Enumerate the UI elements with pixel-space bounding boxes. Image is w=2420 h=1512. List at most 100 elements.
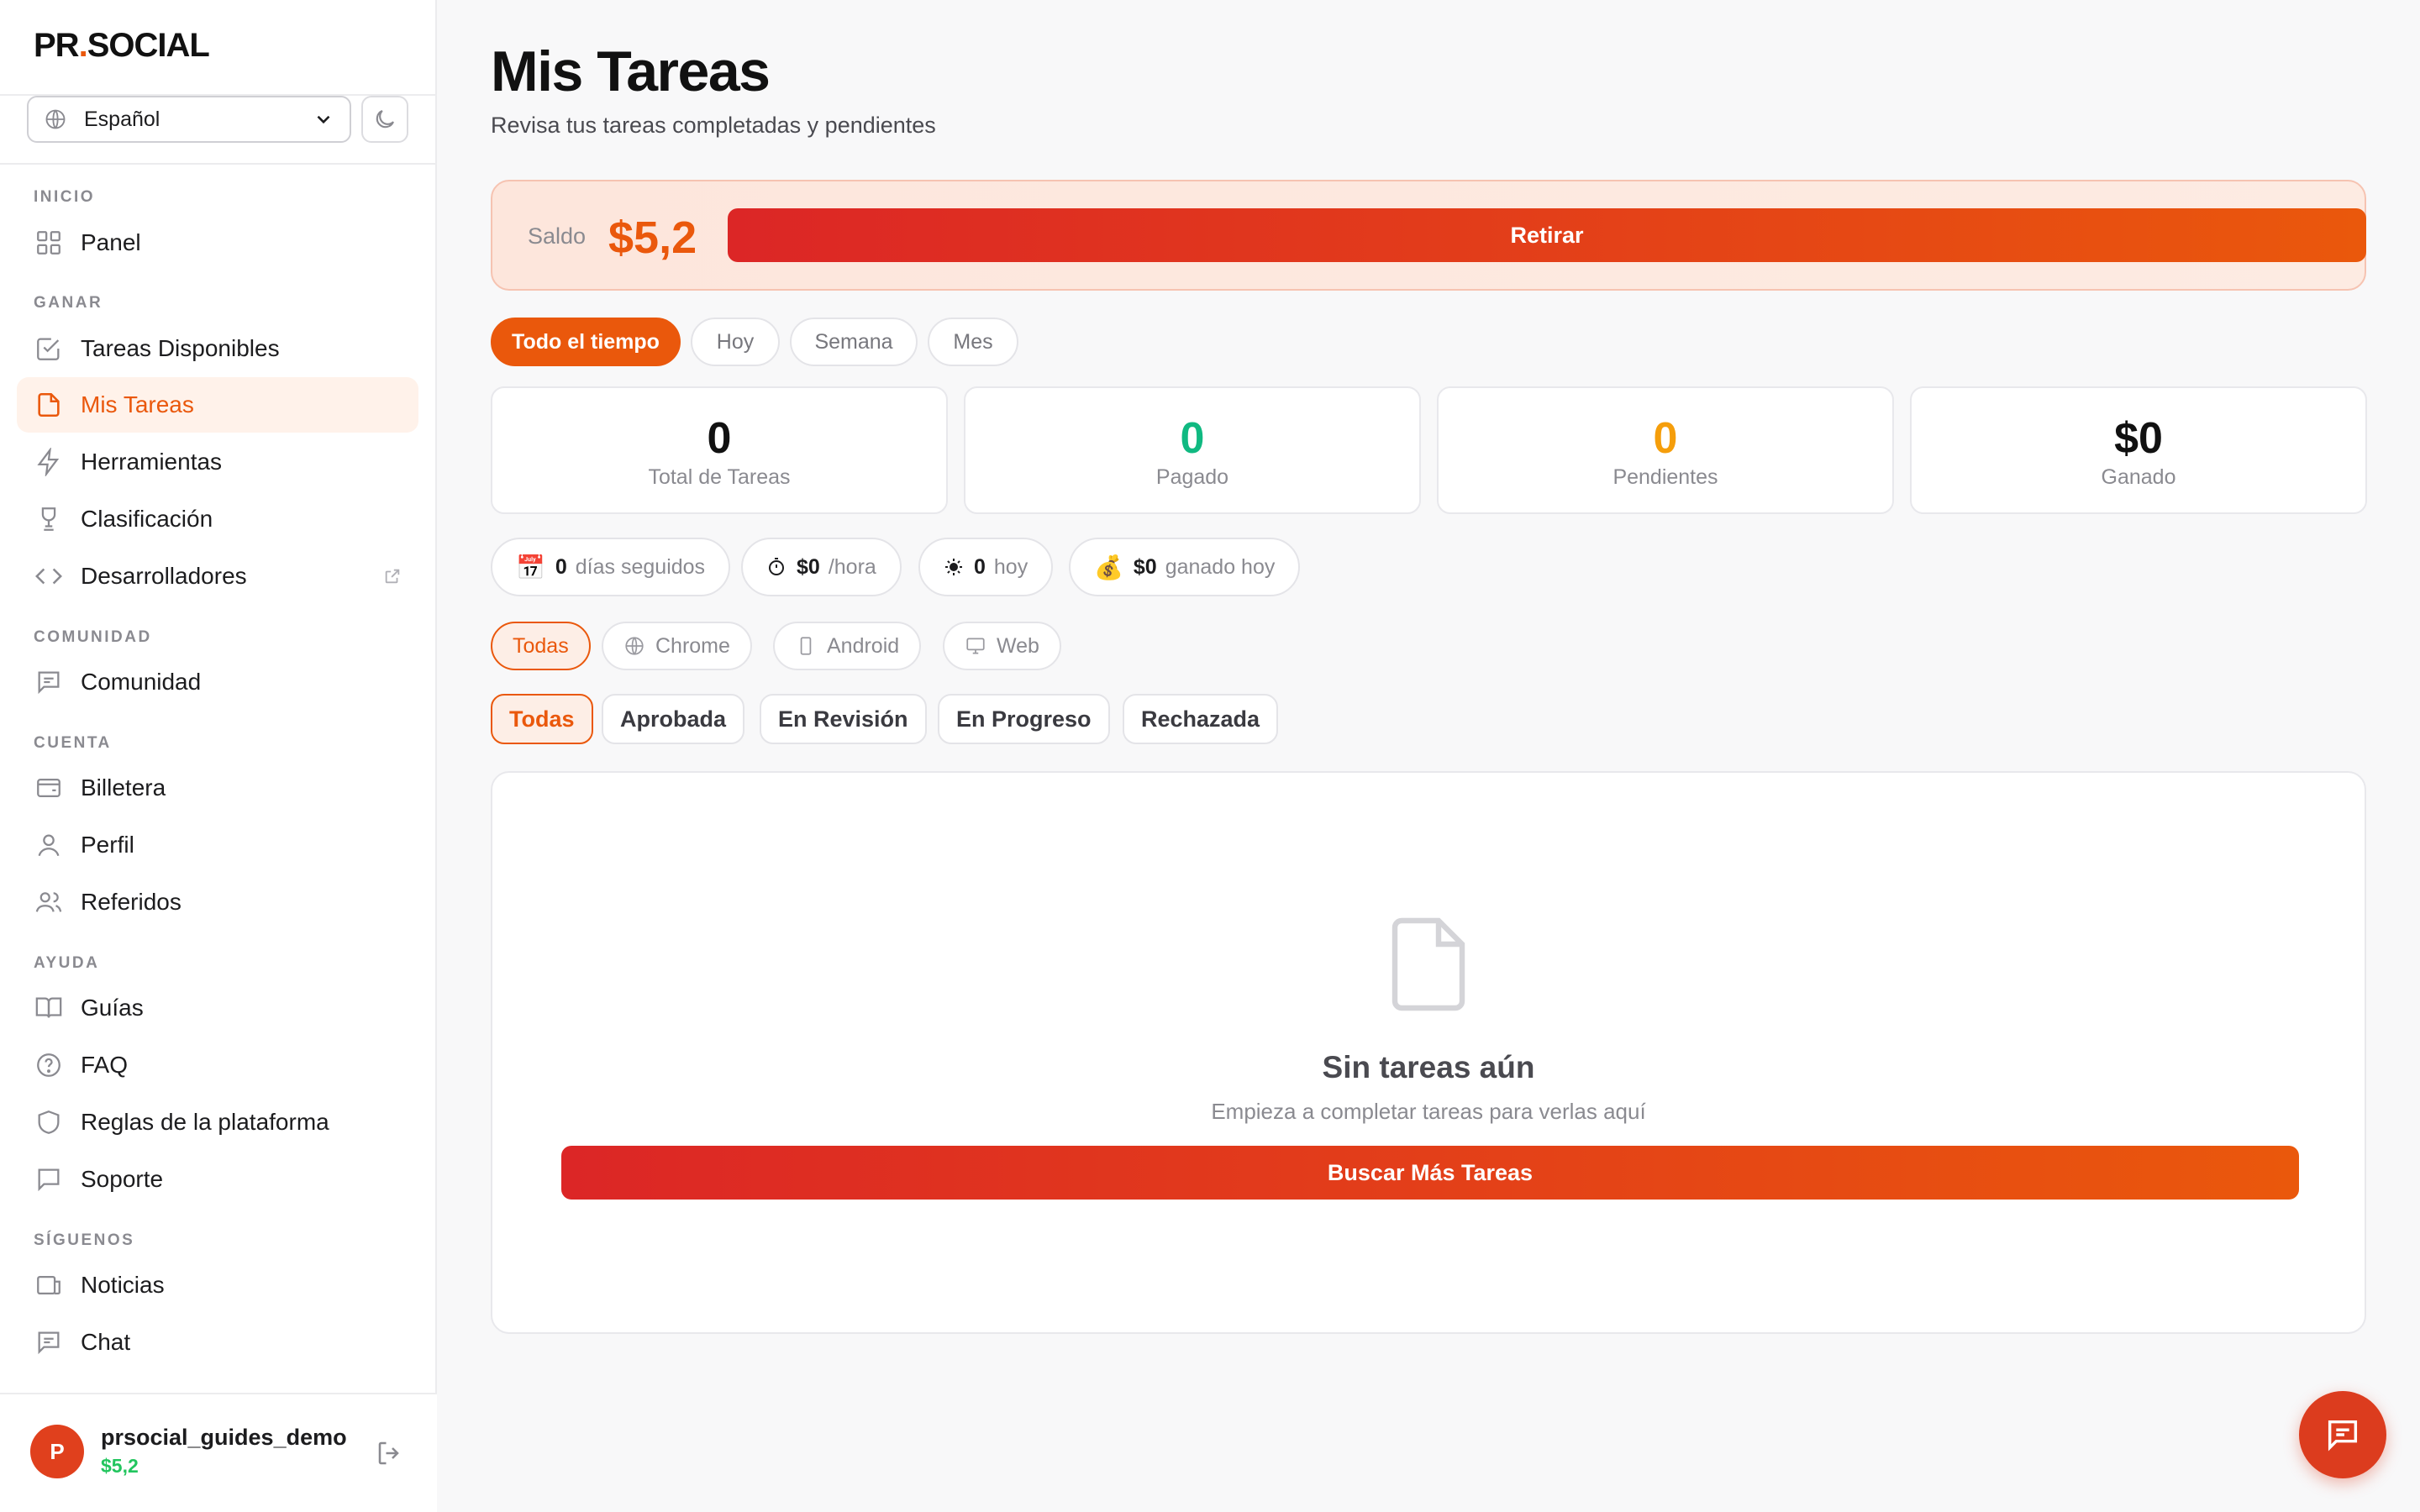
sidebar-item-comunidad[interactable]: Comunidad [17, 654, 418, 710]
user-balance: $5,2 [101, 1455, 139, 1477]
chip-value: $0 [797, 554, 820, 579]
empty-state-title: Sin tareas aún [1322, 1050, 1535, 1084]
sun-icon [944, 557, 964, 577]
platform-tab-android[interactable]: Android [773, 622, 922, 670]
sidebar-item-faq[interactable]: FAQ [17, 1037, 418, 1093]
stat-value: 0 [1653, 414, 1678, 463]
nav-section-siguenos: SÍGUENOS [34, 1231, 135, 1249]
sidebar-item-noticias[interactable]: Noticias [17, 1257, 418, 1313]
period-tab-month[interactable]: Mes [928, 318, 1018, 366]
status-tab-approved[interactable]: Aprobada [602, 694, 745, 744]
external-link-icon [385, 569, 400, 584]
sidebar-item-label: Herramientas [81, 449, 223, 475]
sidebar-item-label: Panel [81, 229, 141, 255]
book-icon [34, 993, 64, 1023]
chat-bubble-icon [2328, 1420, 2358, 1452]
help-circle-icon [34, 1050, 64, 1080]
hourly-rate-chip: $0 /hora [741, 538, 902, 596]
period-tab-today[interactable]: Hoy [691, 318, 780, 366]
sidebar-item-label: Clasificación [81, 506, 213, 532]
language-select[interactable]: Español [27, 96, 351, 143]
sidebar-item-desarrolladores[interactable]: Desarrolladores [17, 549, 418, 604]
chip-label: /hora [828, 554, 876, 579]
stat-card-total: 0 Total de Tareas [491, 386, 948, 514]
avatar[interactable]: P [30, 1425, 84, 1478]
globe-icon [625, 637, 644, 655]
balance-card: Saldo $5,2 Retirar [491, 180, 2366, 291]
users-icon [34, 887, 64, 917]
sidebar-item-label: FAQ [81, 1052, 129, 1078]
chip-label: hoy [993, 554, 1028, 579]
sidebar-item-clasificacion[interactable]: Clasificación [17, 491, 418, 547]
newspaper-icon [34, 1270, 64, 1300]
nav-section-ganar: GANAR [34, 294, 103, 312]
sidebar-item-label: Reglas de la plataforma [81, 1109, 329, 1135]
status-tab-in-progress[interactable]: En Progreso [938, 694, 1110, 744]
platform-label: Android [827, 633, 900, 658]
chat-bubble-icon [34, 1164, 64, 1194]
page-subtitle: Revisa tus tareas completadas y pendient… [491, 113, 936, 138]
sidebar-item-herramientas[interactable]: Herramientas [17, 434, 418, 490]
chat-fab-button[interactable] [2299, 1391, 2386, 1478]
wallet-icon [34, 773, 64, 803]
stat-label: Pagado [1155, 465, 1229, 489]
balance-label: Saldo [528, 223, 587, 249]
status-tab-all[interactable]: Todas [491, 694, 593, 744]
stat-value: 0 [707, 414, 732, 463]
brand-logo[interactable]: PR.SOCIAL [34, 27, 210, 65]
logout-icon[interactable] [375, 1438, 405, 1468]
status-tab-rejected[interactable]: Rechazada [1123, 694, 1279, 744]
moon-icon [376, 110, 394, 129]
sidebar-item-referidos[interactable]: Referidos [17, 874, 418, 930]
sidebar-item-label: Tareas Disponibles [81, 335, 280, 361]
sidebar-item-label: Perfil [81, 832, 134, 858]
sidebar-item-chat[interactable]: Chat [17, 1315, 418, 1370]
sidebar-item-label: Referidos [81, 889, 182, 915]
sidebar-item-billetera[interactable]: Billetera [17, 760, 418, 816]
calendar-icon: 📅 [516, 554, 545, 580]
message-icon [34, 667, 64, 697]
sidebar-item-panel[interactable]: Panel [17, 215, 418, 270]
monitor-icon [966, 638, 985, 654]
username: prsocial_guides_demo [101, 1425, 347, 1450]
sidebar-item-tareas-disponibles[interactable]: Tareas Disponibles [17, 321, 418, 376]
sidebar-item-reglas[interactable]: Reglas de la plataforma [17, 1095, 418, 1150]
find-more-tasks-button[interactable]: Buscar Más Tareas [561, 1146, 2299, 1200]
sidebar-item-label: Guías [81, 995, 144, 1021]
sidebar-item-label: Billetera [81, 774, 166, 801]
sidebar: PR.SOCIAL Español INICIO Panel GANAR Tar… [0, 0, 437, 1512]
status-tab-in-review[interactable]: En Revisión [760, 694, 927, 744]
chip-label: días seguidos [575, 554, 706, 579]
stat-label: Pendientes [1612, 465, 1718, 489]
chip-value: 0 [555, 554, 567, 579]
platform-label: Todas [513, 633, 569, 658]
logo-text-right: SOCIAL [87, 27, 210, 64]
period-tab-all-time[interactable]: Todo el tiempo [491, 318, 681, 366]
withdraw-button[interactable]: Retirar [728, 208, 2366, 262]
chip-value: $0 [1133, 554, 1157, 579]
chevron-down-icon [317, 115, 330, 124]
user-profile-card: P prsocial_guides_demo $5,2 [0, 1393, 437, 1512]
shield-icon [34, 1107, 64, 1137]
theme-toggle-button[interactable] [361, 96, 408, 143]
period-tab-week[interactable]: Semana [790, 318, 918, 366]
platform-label: Chrome [655, 633, 730, 658]
chip-label: ganado hoy [1165, 554, 1276, 579]
platform-tab-web[interactable]: Web [943, 622, 1061, 670]
sidebar-item-guias[interactable]: Guías [17, 980, 418, 1036]
nav-section-inicio: INICIO [34, 188, 96, 206]
sidebar-item-label: Noticias [81, 1272, 165, 1298]
platform-tab-all[interactable]: Todas [491, 622, 591, 670]
empty-state-subtitle: Empieza a completar tareas para verlas a… [1211, 1099, 1646, 1124]
nav-section-ayuda: AYUDA [34, 954, 100, 972]
checkbox-icon [34, 333, 64, 364]
stat-value: 0 [1180, 414, 1205, 463]
sidebar-item-mis-tareas[interactable]: Mis Tareas [17, 377, 418, 433]
sidebar-item-perfil[interactable]: Perfil [17, 817, 418, 873]
user-icon [34, 830, 64, 860]
stat-card-pending: 0 Pendientes [1437, 386, 1894, 514]
platform-tab-chrome[interactable]: Chrome [602, 622, 752, 670]
money-bag-icon: 💰 [1094, 554, 1123, 580]
stat-card-earned: $0 Ganado [1910, 386, 2367, 514]
sidebar-item-soporte[interactable]: Soporte [17, 1152, 418, 1207]
